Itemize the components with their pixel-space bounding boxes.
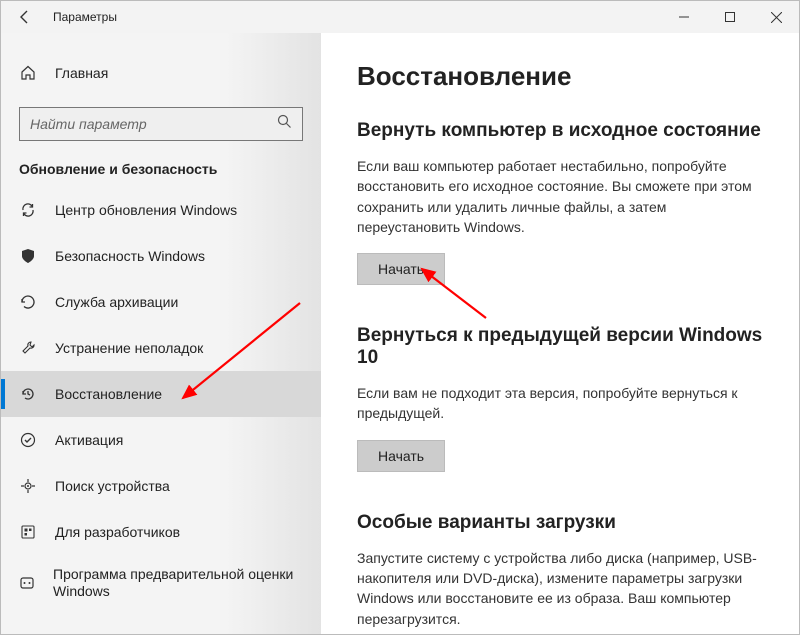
sidebar-item-label: Для разработчиков <box>55 524 180 540</box>
maximize-button[interactable] <box>707 1 753 33</box>
advanced-startup-section: Особые варианты загрузки Запустите систе… <box>357 512 763 629</box>
shield-icon <box>19 248 37 264</box>
go-back-desc: Если вам не подходит эта версия, попробу… <box>357 383 763 424</box>
sidebar-item-label: Активация <box>55 432 123 448</box>
sidebar-item-security[interactable]: Безопасность Windows <box>1 233 321 279</box>
advanced-startup-title: Особые варианты загрузки <box>357 512 763 534</box>
sidebar-item-label: Устранение неполадок <box>55 340 203 356</box>
sidebar-item-recovery[interactable]: Восстановление <box>1 371 321 417</box>
reset-pc-section: Вернуть компьютер в исходное состояние Е… <box>357 120 763 285</box>
window-title: Параметры <box>53 10 117 24</box>
home-link[interactable]: Главная <box>1 53 321 93</box>
back-button[interactable] <box>9 1 41 33</box>
home-label: Главная <box>55 65 108 81</box>
sidebar-item-insider[interactable]: Программа предварительной оценки Windows <box>1 555 321 611</box>
wrench-icon <box>19 340 37 356</box>
search-icon <box>277 114 292 134</box>
sync-icon <box>19 202 37 218</box>
locate-icon <box>19 478 37 494</box>
home-icon <box>19 65 37 81</box>
sidebar-item-label: Программа предварительной оценки Windows <box>53 566 303 601</box>
page-title: Восстановление <box>357 61 763 92</box>
sidebar-item-developers[interactable]: Для разработчиков <box>1 509 321 555</box>
section-header: Обновление и безопасность <box>1 161 321 187</box>
reset-pc-desc: Если ваш компьютер работает нестабильно,… <box>357 156 763 237</box>
sidebar-item-label: Служба архивации <box>55 294 178 310</box>
sidebar-item-troubleshoot[interactable]: Устранение неполадок <box>1 325 321 371</box>
sidebar-item-label: Поиск устройства <box>55 478 170 494</box>
close-button[interactable] <box>753 1 799 33</box>
sidebar-item-windows-update[interactable]: Центр обновления Windows <box>1 187 321 233</box>
reset-pc-start-button[interactable]: Начать <box>357 253 445 285</box>
search-input[interactable] <box>30 116 277 132</box>
insider-icon <box>19 575 35 591</box>
developer-icon <box>19 524 37 540</box>
go-back-start-button[interactable]: Начать <box>357 440 445 472</box>
backup-icon <box>19 294 37 310</box>
reset-pc-title: Вернуть компьютер в исходное состояние <box>357 120 763 142</box>
titlebar: Параметры <box>1 1 799 33</box>
sidebar: Главная Обновление и безопасность Центр … <box>1 33 321 634</box>
sidebar-item-label: Безопасность Windows <box>55 248 205 264</box>
sidebar-item-find-device[interactable]: Поиск устройства <box>1 463 321 509</box>
check-icon <box>19 432 37 448</box>
minimize-button[interactable] <box>661 1 707 33</box>
history-icon <box>19 386 37 402</box>
advanced-startup-desc: Запустите систему с устройства либо диск… <box>357 548 763 629</box>
content-area: Восстановление Вернуть компьютер в исход… <box>321 33 799 634</box>
sidebar-item-activation[interactable]: Активация <box>1 417 321 463</box>
search-input-wrapper[interactable] <box>19 107 303 141</box>
go-back-section: Вернуться к предыдущей версии Windows 10… <box>357 325 763 472</box>
sidebar-item-backup[interactable]: Служба архивации <box>1 279 321 325</box>
sidebar-item-label: Восстановление <box>55 386 162 402</box>
sidebar-item-label: Центр обновления Windows <box>55 202 237 218</box>
go-back-title: Вернуться к предыдущей версии Windows 10 <box>357 325 763 369</box>
